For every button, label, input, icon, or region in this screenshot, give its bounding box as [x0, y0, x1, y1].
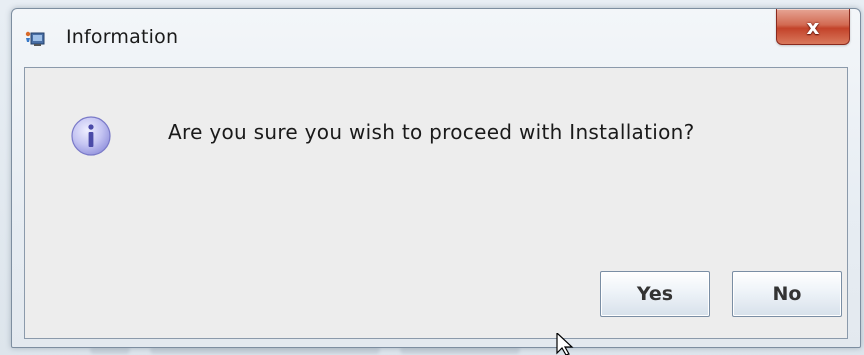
mouse-cursor-icon	[556, 333, 574, 355]
close-button[interactable]: x	[776, 9, 850, 45]
java-app-icon	[25, 31, 45, 46]
no-button[interactable]: No	[732, 271, 842, 317]
yes-button[interactable]: Yes	[600, 271, 710, 317]
information-dialog: Information x Are you sure you wish to p…	[11, 8, 861, 348]
confirmation-message: Are you sure you wish to proceed with In…	[168, 120, 695, 144]
info-icon	[71, 116, 111, 156]
dialog-content: Are you sure you wish to proceed with In…	[24, 67, 848, 339]
dialog-title: Information	[66, 26, 179, 48]
close-icon: x	[806, 14, 820, 39]
dialog-titlebar[interactable]: Information x	[12, 9, 860, 67]
desktop-background: Information x Are you sure you wish to p…	[0, 0, 864, 355]
